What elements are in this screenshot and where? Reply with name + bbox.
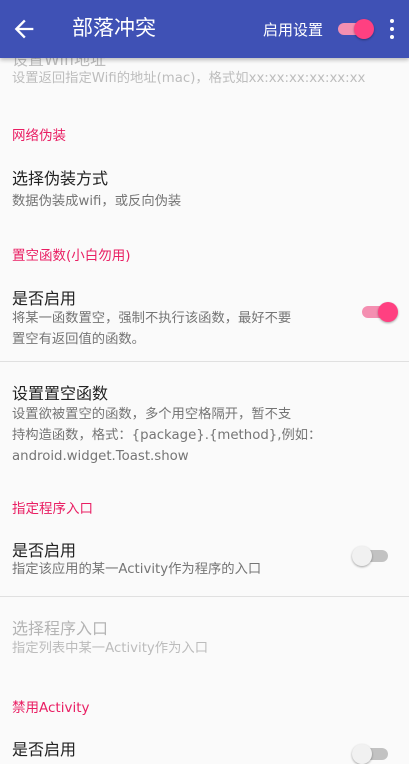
category-network-disguise: 网络伪装 [12,128,66,144]
app-bar: 部落冲突 启用设置 [0,0,409,58]
disguise-method-title: 选择伪装方式 [12,169,109,188]
category-disable-activity: 禁用Activity [12,700,90,716]
null-functions-item[interactable]: 设置置空函数 设置欲被置空的函数，多个用空格隔开，暂不支 持构造函数，格式：{p… [0,362,409,474]
wifi-address-summary: 设置返回指定Wifi的地址(mac)，格式如xx:xx:xx:xx:xx:xx [12,71,366,86]
activity-enable-switch[interactable] [352,742,392,764]
more-options-icon[interactable] [382,16,402,42]
switch-thumb [354,19,374,39]
disguise-method-item[interactable]: 选择伪装方式 数据伪装成wifi，或反向伪装 [0,153,409,219]
entry-select-summary: 指定列表中某一Activity作为入口 [12,641,208,656]
entry-select-item: 选择程序入口 指定列表中某一Activity作为入口 [0,597,409,677]
null-enable-item[interactable]: 是否启用 将某一函数置空，强制不执行该函数，最好不要 置空有返回值的函数。 [0,273,409,361]
category-entry-point: 指定程序入口 [12,501,93,517]
entry-enable-title: 是否启用 [12,541,77,560]
preference-list[interactable]: 设置Wifi地址 设置返回指定Wifi的地址(mac)，格式如xx:xx:xx:… [0,58,409,764]
entry-select-title: 选择程序入口 [12,619,109,638]
entry-enable-switch[interactable] [352,544,392,568]
null-enable-summary-line2: 置空有返回值的函数。 [12,332,145,347]
entry-enable-item[interactable]: 是否启用 指定该应用的某一Activity作为程序的入口 [0,526,409,596]
enable-settings-switch[interactable] [334,17,374,41]
null-enable-title: 是否启用 [12,289,77,308]
wifi-address-item[interactable]: 设置Wifi地址 设置返回指定Wifi的地址(mac)，格式如xx:xx:xx:… [0,58,409,98]
entry-enable-summary: 指定该应用的某一Activity作为程序的入口 [12,562,262,577]
enable-settings-label: 启用设置 [263,21,324,39]
null-enable-switch[interactable] [358,300,398,324]
null-functions-summary-line3: android.widget.Toast.show [12,449,189,464]
null-functions-summary-line1: 设置欲被置空的函数，多个用空格隔开，暂不支 [12,407,292,422]
switch-thumb [378,302,398,322]
category-null-function: 置空函数(小白勿用) [12,248,131,264]
null-functions-summary-line2: 持构造函数，格式：{package}.{method},例如： [12,428,322,443]
null-enable-summary-line1: 将某一函数置空，强制不执行该函数，最好不要 [12,311,292,326]
back-arrow-icon[interactable] [10,15,38,43]
disguise-method-summary: 数据伪装成wifi，或反向伪装 [12,194,182,209]
null-functions-title: 设置置空函数 [12,384,109,403]
page-title: 部落冲突 [72,16,156,40]
switch-thumb [352,546,372,566]
activity-enable-item[interactable]: 是否启用 [0,725,409,764]
activity-enable-title: 是否启用 [12,740,77,759]
switch-thumb [352,744,372,764]
